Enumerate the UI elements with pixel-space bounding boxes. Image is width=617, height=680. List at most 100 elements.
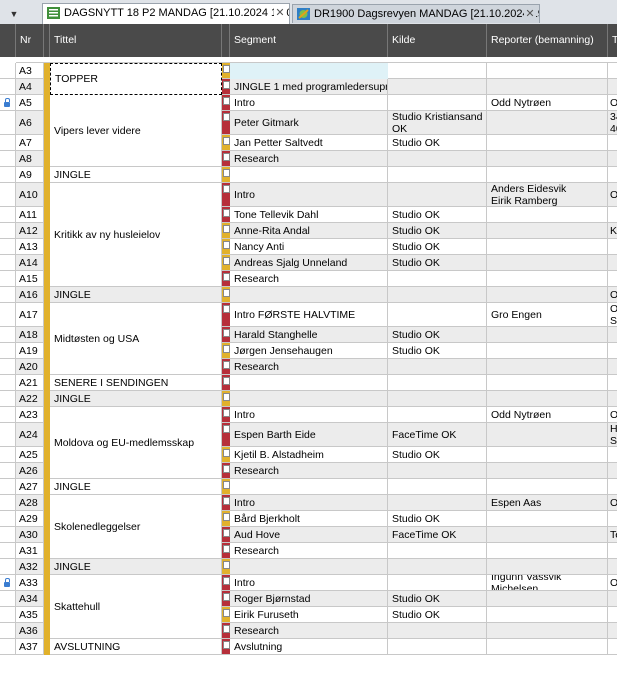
reporter-cell[interactable]	[487, 111, 608, 135]
kilde-cell[interactable]	[388, 303, 487, 327]
reporter-cell[interactable]	[487, 287, 608, 303]
kilde-cell[interactable]	[388, 287, 487, 303]
reporter-cell[interactable]	[487, 391, 608, 407]
t-cell[interactable]	[608, 375, 617, 391]
segment-cell[interactable]: Intro	[230, 407, 388, 423]
segment-cell[interactable]	[230, 479, 388, 495]
tab-dagsrevyen[interactable]: DR1900 Dagsrevyen MANDAG [21.10.2024 19:…	[292, 4, 540, 23]
reporter-cell[interactable]	[487, 479, 608, 495]
segment-cell[interactable]: Research	[230, 543, 388, 559]
kilde-cell[interactable]: Studio OK	[388, 327, 487, 343]
reporter-cell[interactable]	[487, 591, 608, 607]
t-cell[interactable]: O	[608, 407, 617, 423]
segment-cell[interactable]: Research	[230, 463, 388, 479]
header-nr[interactable]: Nr	[16, 24, 44, 57]
kilde-cell[interactable]	[388, 391, 487, 407]
title-cell[interactable]: Kritikk av ny husleielov	[50, 183, 222, 287]
t-cell[interactable]	[608, 167, 617, 183]
t-cell[interactable]	[608, 327, 617, 343]
kilde-cell[interactable]	[388, 407, 487, 423]
title-cell[interactable]: JINGLE	[50, 167, 222, 183]
segment-cell[interactable]: Nancy Anti	[230, 239, 388, 255]
t-cell[interactable]	[608, 255, 617, 271]
kilde-cell[interactable]	[388, 183, 487, 207]
reporter-cell[interactable]	[487, 135, 608, 151]
kilde-cell[interactable]: FaceTime OK	[388, 527, 487, 543]
kilde-cell[interactable]	[388, 463, 487, 479]
segment-cell[interactable]: Anne-Rita Andal	[230, 223, 388, 239]
t-cell[interactable]	[608, 639, 617, 655]
header-reporter[interactable]: Reporter (bemanning)	[487, 24, 608, 57]
t-cell[interactable]	[608, 543, 617, 559]
reporter-cell[interactable]	[487, 463, 608, 479]
kilde-cell[interactable]	[388, 95, 487, 111]
kilde-cell[interactable]: Studio OK	[388, 135, 487, 151]
kilde-cell[interactable]	[388, 543, 487, 559]
reporter-cell[interactable]	[487, 223, 608, 239]
title-cell[interactable]: Skattehull	[50, 575, 222, 639]
reporter-cell[interactable]	[487, 623, 608, 639]
kilde-cell[interactable]	[388, 495, 487, 511]
kilde-cell[interactable]	[388, 79, 487, 95]
t-cell[interactable]	[608, 135, 617, 151]
segment-cell[interactable]	[230, 391, 388, 407]
kilde-cell[interactable]: Studio OK	[388, 223, 487, 239]
reporter-cell[interactable]	[487, 151, 608, 167]
segment-cell[interactable]: Harald Stanghelle	[230, 327, 388, 343]
title-cell[interactable]: AVSLUTNING	[50, 639, 222, 655]
reporter-cell[interactable]	[487, 511, 608, 527]
header-t[interactable]: T	[608, 24, 617, 57]
segment-cell[interactable]: Aud Hove	[230, 527, 388, 543]
segment-cell[interactable]: Research	[230, 151, 388, 167]
kilde-cell[interactable]	[388, 375, 487, 391]
kilde-cell[interactable]	[388, 359, 487, 375]
title-cell[interactable]: SENERE I SENDINGEN	[50, 375, 222, 391]
segment-cell[interactable]	[230, 559, 388, 575]
title-cell[interactable]: JINGLE	[50, 287, 222, 303]
reporter-cell[interactable]	[487, 527, 608, 543]
segment-cell[interactable]: Eirik Furuseth	[230, 607, 388, 623]
reporter-cell[interactable]: Anders Eidesvik Eirik Ramberg	[487, 183, 608, 207]
t-cell[interactable]: HS	[608, 423, 617, 447]
t-cell[interactable]: 3440	[608, 111, 617, 135]
t-cell[interactable]: O	[608, 575, 617, 591]
reporter-cell[interactable]: Ingunn Vassvik Michelsen	[487, 575, 608, 591]
kilde-cell[interactable]: Studio OK	[388, 207, 487, 223]
t-cell[interactable]: O	[608, 95, 617, 111]
kilde-cell[interactable]	[388, 575, 487, 591]
reporter-cell[interactable]	[487, 639, 608, 655]
close-icon[interactable]: ✕	[524, 5, 536, 23]
reporter-cell[interactable]	[487, 79, 608, 95]
segment-cell[interactable]: Jan Petter Saltvedt	[230, 135, 388, 151]
title-cell[interactable]: Moldova og EU-medlemsskap	[50, 407, 222, 479]
kilde-cell[interactable]	[388, 479, 487, 495]
t-cell[interactable]	[608, 207, 617, 223]
t-cell[interactable]: O	[608, 495, 617, 511]
reporter-cell[interactable]	[487, 271, 608, 287]
t-cell[interactable]: OS	[608, 303, 617, 327]
t-cell[interactable]	[608, 343, 617, 359]
t-cell[interactable]	[608, 607, 617, 623]
t-cell[interactable]: K	[608, 223, 617, 239]
reporter-cell[interactable]	[487, 63, 608, 79]
reporter-cell[interactable]	[487, 423, 608, 447]
segment-cell[interactable]: Intro	[230, 495, 388, 511]
segment-cell[interactable]: Intro	[230, 575, 388, 591]
kilde-cell[interactable]	[388, 623, 487, 639]
segment-cell[interactable]	[230, 287, 388, 303]
title-cell[interactable]: Midtøsten og USA	[50, 303, 222, 375]
kilde-cell[interactable]: Studio OK	[388, 447, 487, 463]
kilde-cell[interactable]: Studio OK	[388, 607, 487, 623]
reporter-cell[interactable]: Odd Nytrøen	[487, 407, 608, 423]
t-cell[interactable]	[608, 63, 617, 79]
reporter-cell[interactable]: Gro Engen	[487, 303, 608, 327]
segment-cell[interactable]: Peter Gitmark	[230, 111, 388, 135]
segment-cell[interactable]: Tone Tellevik Dahl	[230, 207, 388, 223]
t-cell[interactable]	[608, 447, 617, 463]
title-cell[interactable]: Skolenedleggelser	[50, 495, 222, 559]
t-cell[interactable]: O	[608, 287, 617, 303]
t-cell[interactable]	[608, 239, 617, 255]
kilde-cell[interactable]	[388, 63, 487, 79]
segment-cell[interactable]: Avslutning	[230, 639, 388, 655]
kilde-cell[interactable]	[388, 167, 487, 183]
